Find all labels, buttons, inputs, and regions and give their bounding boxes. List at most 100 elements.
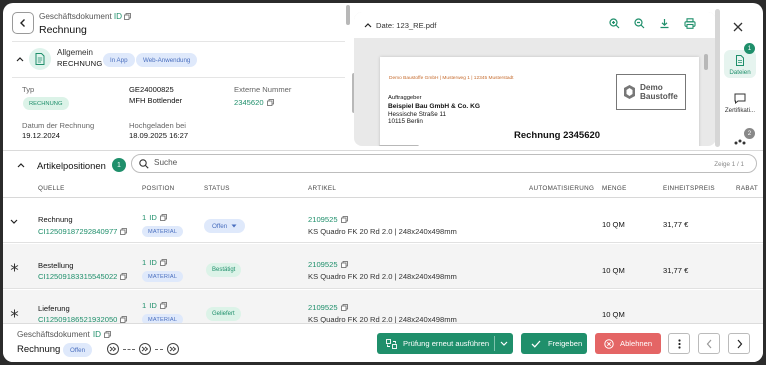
scrollbar-top[interactable] xyxy=(346,5,350,25)
copy-icon[interactable] xyxy=(124,13,131,20)
print-icon[interactable] xyxy=(684,18,696,29)
next-button[interactable] xyxy=(728,333,750,354)
search-box: Zeige 1 / 1 xyxy=(131,154,757,173)
pdf-horizontal-scrollbar[interactable] xyxy=(379,145,419,146)
col-header-source[interactable]: QUELLE xyxy=(38,185,65,192)
recipient-name: Beispiel Bau GmbH & Co. KG xyxy=(388,102,480,110)
status-dropdown[interactable]: Offen xyxy=(204,219,246,233)
pdf-file-label: Date: 123_RE.pdf xyxy=(376,21,437,30)
uploaded-label: Hochgeladen bei xyxy=(129,121,186,130)
collapse-general-toggle[interactable] xyxy=(15,54,25,64)
article-number: 2109525 xyxy=(308,260,338,269)
pdf-invoice-title: Rechnung 2345620 xyxy=(514,130,601,141)
article-description: KS Quadro FK 20 Rd 2.0 | 248x240x498mm xyxy=(308,272,457,281)
position-link[interactable]: 1 ID xyxy=(142,301,167,310)
rail-certificates-label: Zertifikati... xyxy=(724,107,756,114)
supplier-name: MFH Bottlender xyxy=(129,96,183,105)
copy-icon[interactable] xyxy=(340,261,348,268)
copy-icon[interactable] xyxy=(159,302,167,309)
rail-certificates[interactable]: Zertifikati... xyxy=(724,93,756,121)
close-icon[interactable] xyxy=(732,20,744,32)
recipient-street: Hessische Straße 11 xyxy=(388,110,446,118)
document-id-link[interactable]: ID xyxy=(114,12,122,21)
recheck-button[interactable]: Prüfung erneut ausführen xyxy=(377,333,513,354)
sync-icon xyxy=(386,338,397,349)
copy-icon[interactable] xyxy=(266,99,274,106)
collapse-positions-toggle[interactable] xyxy=(16,160,26,170)
copy-icon[interactable] xyxy=(340,304,348,311)
chevron-up-icon[interactable] xyxy=(364,22,372,28)
position-link[interactable]: 1 ID xyxy=(142,258,167,267)
step-icon[interactable] xyxy=(139,343,151,355)
col-header-automation[interactable]: AUTOMATISIERUNG xyxy=(529,185,594,192)
result-count: Zeige 1 / 1 xyxy=(714,161,744,168)
article-number-link[interactable]: 2109525 xyxy=(308,260,348,269)
position-id: ID xyxy=(149,301,157,310)
chevron-down-icon[interactable] xyxy=(10,219,18,225)
reject-button[interactable]: Ablehnen xyxy=(595,333,661,354)
search-input[interactable] xyxy=(154,158,654,167)
copy-icon[interactable] xyxy=(104,331,111,338)
unit-price: 31,77 € xyxy=(663,266,689,275)
pdf-toolbar: Date: 123_RE.pdf xyxy=(354,12,716,38)
copy-icon[interactable] xyxy=(340,216,348,223)
step-icon[interactable] xyxy=(167,343,179,355)
copy-icon[interactable] xyxy=(120,273,128,280)
approve-button-label: Freigeben xyxy=(548,339,583,348)
article-number-link[interactable]: 2109525 xyxy=(308,215,348,224)
recheck-button-label: Prüfung erneut ausführen xyxy=(403,339,490,348)
copy-icon[interactable] xyxy=(120,228,128,235)
chevron-right-icon xyxy=(736,339,743,349)
back-button[interactable] xyxy=(12,12,34,34)
step-icon[interactable] xyxy=(107,343,119,355)
col-header-position[interactable]: POSITION xyxy=(142,185,175,192)
col-header-article[interactable]: ARTIKEL xyxy=(308,185,336,192)
tag-in-app: In App xyxy=(103,53,135,67)
col-header-quantity[interactable]: MENGE xyxy=(602,185,627,192)
col-header-status[interactable]: STATUS xyxy=(204,185,230,192)
logo-text-line2: Baustoffe xyxy=(640,92,678,101)
divider xyxy=(12,41,345,42)
pdf-vertical-scrollbar[interactable] xyxy=(704,54,708,70)
col-header-unit-price[interactable]: EINHEITSPREIS xyxy=(663,185,715,192)
button-divider xyxy=(494,336,495,351)
table-row[interactable]: Rechnung CI12509187292840977 1 ID MATERI… xyxy=(3,198,763,243)
cancel-circle-icon xyxy=(604,338,614,349)
chevron-down-icon[interactable] xyxy=(500,341,508,347)
copy-icon[interactable] xyxy=(159,259,167,266)
check-icon xyxy=(531,340,541,348)
copy-icon[interactable] xyxy=(120,316,128,323)
rail-more[interactable] xyxy=(724,138,756,148)
search-icon xyxy=(139,159,149,169)
position-link[interactable]: 1 ID xyxy=(142,213,167,222)
article-number: 2109525 xyxy=(308,215,338,224)
chevron-up-icon xyxy=(16,56,24,62)
more-options-button[interactable] xyxy=(668,333,690,354)
message-icon xyxy=(734,93,746,104)
pdf-panel-scrollbar[interactable] xyxy=(715,9,720,147)
invoice-date-value: 19.12.2024 xyxy=(22,131,61,140)
source-id-link[interactable]: CI12509187292840977 xyxy=(38,227,128,236)
col-header-discount[interactable]: RABAT xyxy=(736,185,758,192)
table-row[interactable]: Bestellung CI12509183315545022 1 ID MATE… xyxy=(3,244,763,289)
zoom-in-icon[interactable] xyxy=(609,18,620,29)
network-icon xyxy=(734,138,746,146)
type-badge: RECHNUNG xyxy=(23,97,69,110)
position-number: 1 xyxy=(142,258,147,267)
file-icon xyxy=(735,55,745,66)
footer-document-id-link[interactable]: ID xyxy=(93,330,101,339)
tag-web-app: Web-Anwendung xyxy=(136,53,198,67)
external-number-link[interactable]: 2345620 xyxy=(234,98,274,107)
pdf-sender-line: Demo Baustoffe GmbH | Musterweg 1 | 1234… xyxy=(389,76,514,81)
article-number-link[interactable]: 2109525 xyxy=(308,303,348,312)
rail-files[interactable]: Dateien xyxy=(724,50,756,78)
zoom-out-icon[interactable] xyxy=(634,18,645,29)
copy-icon[interactable] xyxy=(159,214,167,221)
approve-button[interactable]: Freigeben xyxy=(521,333,587,354)
table-row[interactable]: Lieferung CI12509186521932050 1 ID MATER… xyxy=(3,290,763,325)
quantity: 10 QM xyxy=(602,310,625,319)
article-description: KS Quadro FK 20 Rd 2.0 | 248x240x498mm xyxy=(308,227,457,236)
download-icon[interactable] xyxy=(659,18,670,29)
source-id-link[interactable]: CI12509183315545022 xyxy=(38,272,128,281)
previous-button[interactable] xyxy=(698,333,720,354)
